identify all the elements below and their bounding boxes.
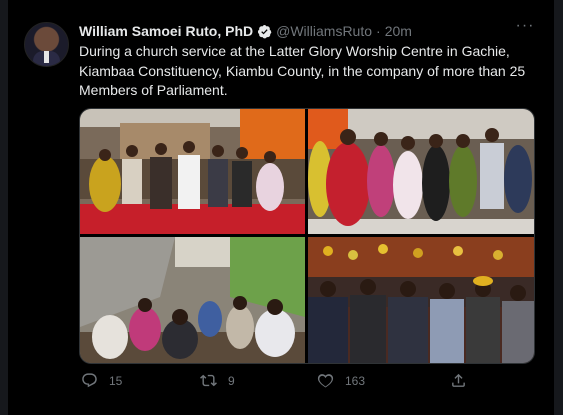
like-count: 163 — [345, 373, 366, 388]
church-stage-photo[interactable] — [80, 109, 305, 234]
crowd-outside-image — [80, 237, 305, 363]
crowd-outside-photo[interactable] — [80, 237, 305, 363]
reply-button[interactable]: 15 — [81, 372, 122, 389]
retweet-icon — [200, 374, 217, 387]
tweet-text: During a church service at the Latter Gl… — [79, 43, 526, 98]
tweet-actions: 15 9 163 — [79, 372, 533, 394]
window-frame-left — [0, 0, 8, 415]
church-stage-image — [80, 109, 305, 234]
like-icon — [317, 374, 334, 388]
tweet-timestamp[interactable]: 20m — [385, 23, 412, 39]
retweet-button[interactable]: 9 — [200, 372, 235, 389]
separator-dot: · — [376, 23, 381, 39]
women-singing-photo[interactable] — [308, 109, 534, 234]
reply-count: 15 — [109, 373, 123, 388]
author-handle[interactable]: @WilliamsRuto — [276, 23, 372, 39]
avatar[interactable] — [24, 22, 69, 67]
media-grid — [79, 108, 535, 364]
author-name[interactable]: William Samoei Ruto, PhD — [79, 23, 253, 39]
congregation-seated-image — [308, 237, 534, 363]
congregation-seated-photo[interactable] — [308, 237, 534, 363]
tweet-card[interactable]: William Samoei Ruto, PhD @WilliamsRuto ·… — [8, 0, 554, 415]
share-button[interactable] — [450, 372, 478, 389]
like-button[interactable]: 163 — [317, 372, 365, 389]
tweet-header: William Samoei Ruto, PhD @WilliamsRuto ·… — [79, 21, 412, 41]
avatar-collar — [44, 51, 49, 63]
retweet-count: 9 — [228, 373, 235, 388]
share-icon — [452, 373, 465, 387]
women-singing-image — [308, 109, 534, 234]
reply-icon — [82, 373, 97, 388]
verified-badge-icon — [257, 24, 272, 39]
window-frame-right — [554, 0, 563, 415]
more-options-icon[interactable]: ··· — [514, 18, 536, 41]
